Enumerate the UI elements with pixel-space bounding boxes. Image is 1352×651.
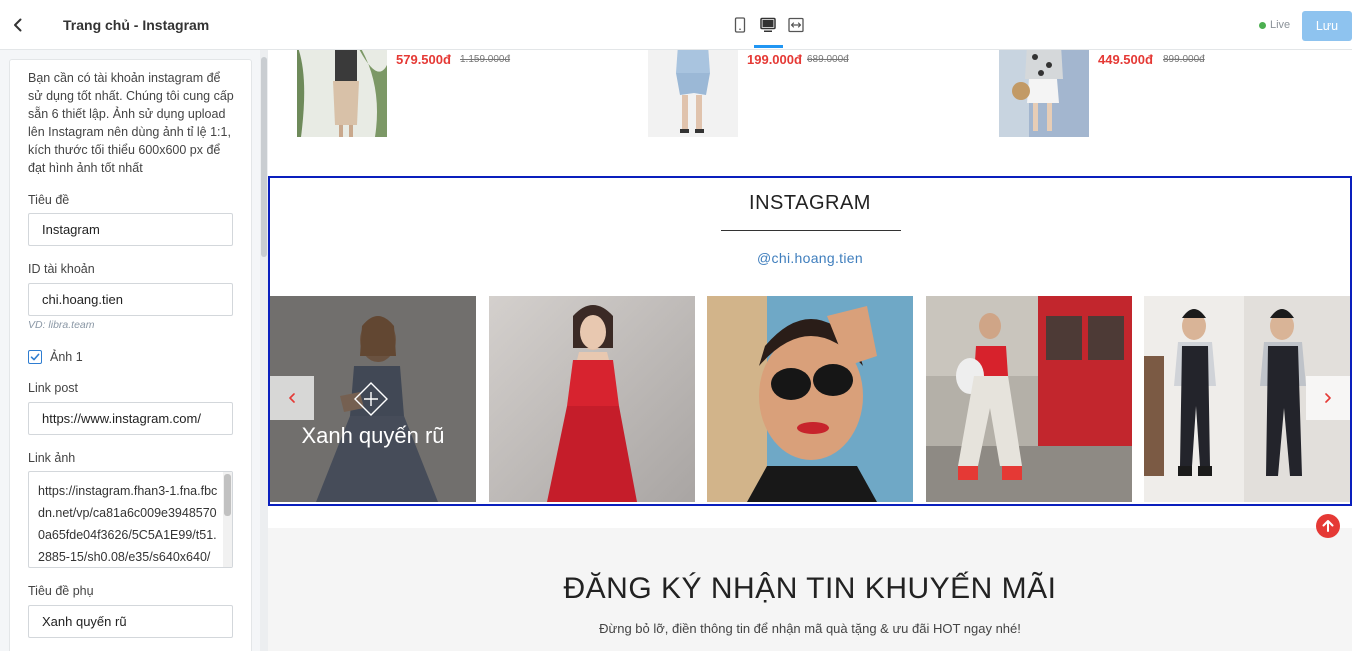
tile-caption: Xanh quyến rũ [301,423,445,448]
title-field-label: Tiêu đề [28,193,70,207]
editor-toolbar: Live Lưu [268,0,1352,50]
link-image-textarea[interactable]: https://instagram.fhan3-1.fna.fbcdn.net/… [28,471,233,568]
fullwidth-view-button[interactable] [786,15,806,35]
image1-checkbox[interactable] [28,350,42,364]
panel-header: Trang chủ - Instagram [0,0,268,50]
instagram-title: INSTAGRAM [749,192,871,214]
link-post-field[interactable]: https://www.instagram.com/ [28,402,233,435]
desktop-icon [760,17,776,32]
product-image[interactable] [297,50,387,137]
live-status-dot [1259,22,1266,29]
mobile-icon [734,17,746,33]
product-old-price: 1.159.000đ [460,54,511,65]
account-id-field[interactable]: chi.hoang.tien [28,283,233,316]
save-button[interactable]: Lưu [1302,11,1352,41]
fullwidth-icon [788,17,804,33]
back-button[interactable] [8,15,28,35]
slider-next-button[interactable] [1306,376,1350,420]
chevron-left-icon [14,18,22,32]
product-image[interactable] [648,50,738,137]
desktop-view-button[interactable] [758,15,778,35]
product-old-price: 689.000đ [807,54,849,65]
chevron-right-icon [1325,393,1331,403]
link-image-label: Link ảnh [28,451,76,465]
product-price: 579.500đ [396,52,451,67]
product-old-price: 899.000đ [1163,54,1205,65]
product-price: 199.000đ [747,52,802,67]
panel-description: Bạn cần có tài khoản instagram để sử dụn… [28,71,234,175]
title-divider [721,230,901,231]
chevron-left-icon [289,393,295,403]
panel-scrollbar-thumb[interactable] [261,57,267,257]
slider-prev-button[interactable] [270,376,314,420]
textarea-scrollbar-thumb[interactable] [224,474,231,516]
link-post-label: Link post [28,381,79,395]
product-price: 449.500đ [1098,52,1153,67]
instagram-tile[interactable] [707,296,913,502]
account-id-label: ID tài khoản [28,262,95,276]
subtitle-field[interactable]: Xanh quyến rũ [28,605,233,638]
instagram-tile[interactable] [926,296,1132,502]
back-to-top-button[interactable] [1316,514,1340,538]
settings-panel: Trang chủ - Instagram Bạn cần có tài kho… [0,0,268,651]
active-device-indicator [754,45,783,48]
title-field[interactable]: Instagram [28,213,233,246]
newsletter-subtitle: Đừng bỏ lỡ, điền thông tin để nhận mã qu… [599,621,1021,636]
plus-icon [354,382,388,416]
instagram-tile[interactable] [489,296,695,502]
page-preview: 579.500đ 1.159.000đ 199.000đ 689.000đ 44… [268,50,1352,651]
account-id-hint: VD: libra.team [28,319,95,331]
instagram-handle[interactable]: @chi.hoang.tien [270,250,1350,266]
arrow-up-icon [1322,520,1334,532]
live-label[interactable]: Live [1270,19,1290,31]
panel-title: Trang chủ - Instagram [63,17,210,33]
check-icon [30,353,40,361]
image1-label: Ảnh 1 [50,350,83,364]
newsletter-section: ĐĂNG KÝ NHẬN TIN KHUYẾN MÃI Đừng bỏ lỡ, … [268,528,1352,651]
newsletter-title: ĐĂNG KÝ NHẬN TIN KHUYẾN MÃI [563,572,1057,605]
product-image[interactable] [999,50,1089,137]
mobile-view-button[interactable] [730,15,750,35]
subtitle-field-label: Tiêu đề phụ [28,584,94,598]
instagram-section[interactable]: INSTAGRAM @chi.hoang.tien Xanh quyến rũ [268,176,1352,506]
